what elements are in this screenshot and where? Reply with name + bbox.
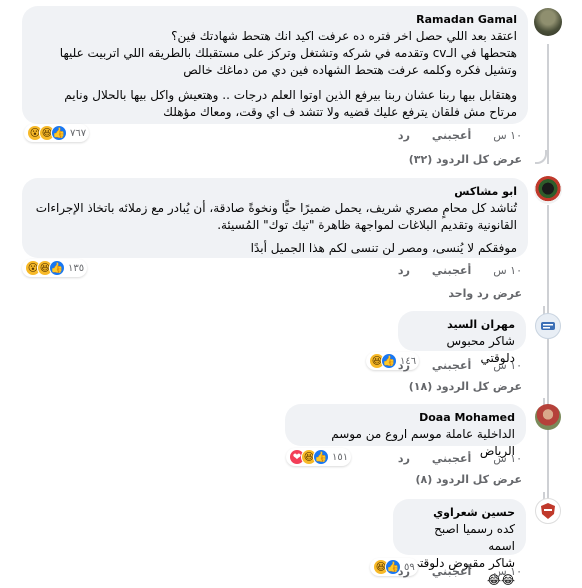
- comment-text: اعتقد بعد اللي حصل اخر فتره ده عرفت اكيد…: [171, 29, 517, 43]
- comment-bubble: ابو مشاكس تُناشد كل محامٍ مصري شريف، يحم…: [22, 178, 528, 258]
- like-reaction-icon: 👍: [49, 260, 65, 276]
- comment-actions: ١٠ س أعجبني رد: [398, 451, 522, 467]
- comment-author[interactable]: حسين شعراوي: [404, 505, 515, 521]
- thread-curve: [535, 150, 547, 164]
- comment-actions: ١٠ س أعجبني رد: [398, 358, 522, 374]
- thread-line: [547, 205, 549, 515]
- comment-author[interactable]: Ramadan Gamal: [33, 12, 517, 28]
- view-replies-link[interactable]: عرض كل الردود (١٨): [409, 379, 522, 395]
- reply-button[interactable]: رد: [398, 564, 410, 580]
- like-button[interactable]: أعجبني: [432, 263, 471, 279]
- comment-time[interactable]: ١٠ س: [493, 128, 522, 144]
- comment-text: كده رسميا اصبح اسمه: [434, 522, 515, 553]
- avatar[interactable]: [535, 498, 561, 524]
- comment-author[interactable]: ابو مشاكس: [33, 184, 517, 200]
- reply-button[interactable]: رد: [398, 358, 410, 374]
- comment-author[interactable]: مهران السيد: [409, 317, 515, 333]
- comment-actions: ١٠ س أعجبني رد: [398, 128, 522, 144]
- comment-bubble: Ramadan Gamal اعتقد بعد اللي حصل اخر فتر…: [22, 6, 528, 124]
- reaction-summary[interactable]: ❤ 😆 👍 ١٥١: [286, 448, 352, 466]
- comment-text: هتحطها في الـcv وتقدمه في شركه وتشتغل وت…: [59, 46, 517, 60]
- like-reaction-icon: 👍: [313, 449, 329, 465]
- avatar[interactable]: [534, 8, 562, 36]
- reaction-count: ١٥١: [332, 451, 349, 463]
- comment-author[interactable]: Doaa Mohamed: [296, 410, 515, 426]
- thread-line: [547, 44, 549, 164]
- avatar[interactable]: [535, 404, 561, 430]
- club-logo-icon: [541, 503, 555, 519]
- comment-text: تُناشد كل محامٍ مصري شريف، يحمل ضميرًا ح…: [35, 201, 517, 215]
- comment-text: مرتاح مش فلقان يترفع عليك قضيه ولا تتشد …: [163, 105, 517, 119]
- comment-text: القانونية وتقديم البلاغات لمواجهة ظاهرة …: [217, 218, 517, 232]
- like-reaction-icon: 👍: [381, 353, 397, 369]
- comment-time[interactable]: ١٠ س: [493, 451, 522, 467]
- avatar[interactable]: [535, 313, 561, 339]
- comment-time[interactable]: ١٠ س: [493, 564, 522, 580]
- reply-button[interactable]: رد: [398, 263, 410, 279]
- comment-text: وهتقابل بيها ربنا عشان ربنا بيرفع الذين …: [64, 88, 517, 102]
- view-replies-link[interactable]: عرض كل الردود (٨): [415, 472, 522, 488]
- comment-bubble: Doaa Mohamed الداخلية عاملة موسم اروع من…: [285, 404, 526, 458]
- like-button[interactable]: أعجبني: [432, 564, 471, 580]
- comment-bubble: حسين شعراوي كده رسميا اصبح اسمه شاكر مقب…: [393, 499, 526, 587]
- like-button[interactable]: أعجبني: [432, 128, 471, 144]
- reaction-count: ٧٦٧: [70, 127, 87, 139]
- reply-button[interactable]: رد: [398, 451, 410, 467]
- comment-actions: ١٠ س أعجبني رد: [398, 263, 522, 279]
- reply-button[interactable]: رد: [398, 128, 410, 144]
- comment-bubble: مهران السيد شاكر محبوس دلوقتي: [398, 311, 526, 365]
- like-button[interactable]: أعجبني: [432, 358, 471, 374]
- like-button[interactable]: أعجبني: [432, 451, 471, 467]
- like-reaction-icon: 👍: [51, 125, 67, 141]
- view-replies-link[interactable]: عرض رد واحد: [448, 286, 522, 302]
- reaction-count: ١٣٥: [68, 262, 85, 274]
- view-replies-link[interactable]: عرض كل الردود (٣٢): [409, 152, 522, 168]
- reaction-summary[interactable]: 😮 😆 👍 ١٣٥: [22, 259, 88, 277]
- comment-actions: ١٠ س أعجبني رد: [398, 564, 522, 580]
- comment-text: موفقكم لا يُنسى، ومصر لن تنسى لكم هذا ال…: [250, 241, 517, 255]
- reaction-summary[interactable]: 😮 😆 👍 ٧٦٧: [24, 124, 90, 142]
- avatar[interactable]: [534, 176, 562, 204]
- comment-time[interactable]: ١٠ س: [493, 358, 522, 374]
- logo-icon: [541, 322, 555, 330]
- comment-time[interactable]: ١٠ س: [493, 263, 522, 279]
- comment-text: وتشيل فكره وكلمه عرفت هتحط الشهاده فين د…: [183, 63, 517, 77]
